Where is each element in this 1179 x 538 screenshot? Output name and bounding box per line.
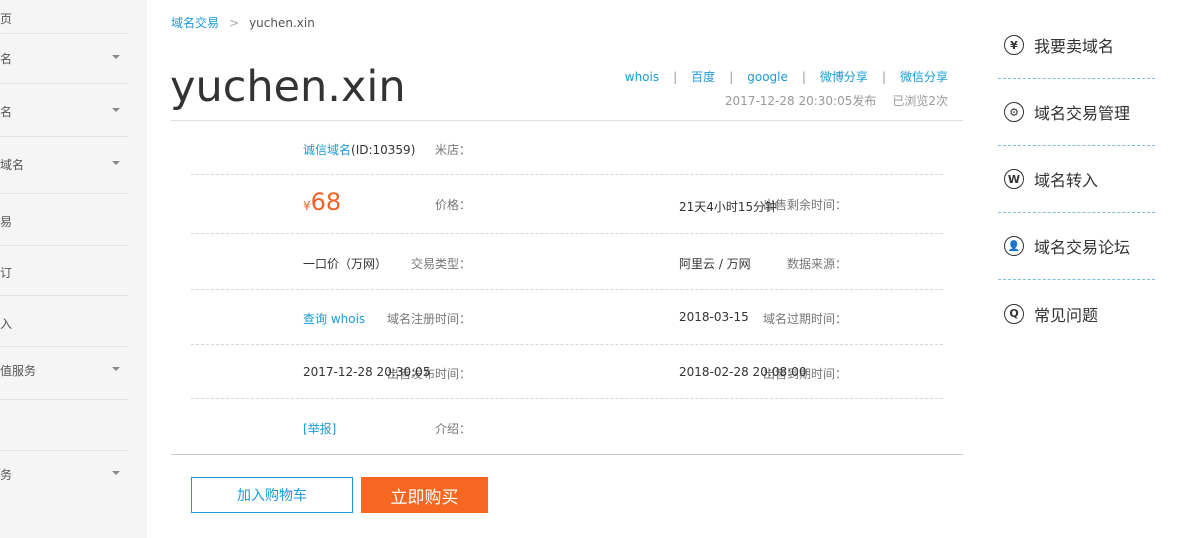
menu-item-label: 域名交易论坛 [1034, 238, 1131, 257]
page-title: yuchen.xin [170, 62, 406, 112]
whois-link[interactable]: whois [625, 70, 659, 84]
yen-icon: ¥ [1004, 35, 1024, 55]
wechat-share-link[interactable]: 微信分享 [900, 70, 948, 84]
sidebar-item-7[interactable]: 入 [0, 296, 129, 347]
publish-time-value: 2017-12-28 20:30:05 [303, 365, 431, 379]
due-time-value: 2018-02-28 20:08:00 [679, 365, 807, 379]
chevron-down-icon [112, 367, 120, 371]
sidebar-item-label: 订 [0, 266, 13, 280]
sidebar-item-label: 务 [0, 468, 13, 482]
weibo-share-link[interactable]: 微博分享 [820, 70, 868, 84]
register-time-label: 域名注册时间： [386, 312, 471, 326]
chevron-down-icon [112, 55, 120, 59]
shop-id: (ID:10359) [351, 143, 416, 157]
menu-item-sell-domain[interactable]: ¥ 我要卖域名 [998, 12, 1155, 79]
detail-row-shop: 米店： 诚信域名(ID:10359) [191, 121, 943, 175]
data-source-value: 阿里云 / 万网 [679, 257, 751, 271]
chevron-down-icon [112, 471, 120, 475]
publish-meta: 2017-12-28 20:30:05发布 已浏览2次 [725, 92, 948, 109]
sidebar-item-label: 入 [0, 317, 13, 331]
menu-item-trade-forum[interactable]: 👤 域名交易论坛 [998, 213, 1155, 280]
whois-query-link[interactable]: 查询 whois [303, 310, 365, 327]
trade-type-value: 一口价（万网） [303, 257, 388, 271]
detail-row-price: 价格： ¥68 出售剩余时间： 21天4小时15分钟 [191, 175, 943, 234]
remain-value: 21天4小时15分钟 [679, 200, 778, 214]
divider [171, 454, 963, 455]
divider: | [729, 70, 734, 84]
detail-row-intro: 介绍： [举报] [191, 399, 943, 454]
page-root: 页 名 名 域名 易 订 入 值服务 务 域名交易 > yuchen.xin y… [0, 0, 1179, 538]
gear-icon: ⚙ [1004, 102, 1024, 122]
sidebar-item-8[interactable]: 值服务 [0, 347, 129, 400]
data-source-label: 数据来源： [786, 257, 847, 271]
sidebar-item-home[interactable]: 页 [0, 0, 129, 34]
detail-row-publish: 出售发布时间： 2017-12-28 20:30:05 出售到期时间： 2018… [191, 345, 943, 399]
trade-type-label: 交易类型： [410, 257, 471, 271]
sidebar-item-label: 名 [0, 52, 13, 66]
w-icon: W [1004, 169, 1024, 189]
chevron-down-icon [112, 108, 120, 112]
divider: | [673, 70, 678, 84]
sidebar-item-5[interactable]: 易 [0, 194, 129, 246]
sidebar-item-label: 易 [0, 215, 13, 229]
sidebar-item-2[interactable]: 名 [0, 34, 129, 84]
shop-name-link[interactable]: 诚信域名 [303, 143, 351, 157]
sidebar-item-6[interactable]: 订 [0, 246, 129, 296]
menu-item-domain-transfer[interactable]: W 域名转入 [998, 146, 1155, 213]
breadcrumb-separator: > [229, 16, 240, 30]
publish-time: 2017-12-28 20:30:05发布 [724, 94, 877, 108]
user-icon: 👤 [1004, 236, 1024, 256]
add-to-cart-button[interactable]: 加入购物车 [191, 477, 353, 513]
menu-item-faq[interactable]: Q 常见问题 [998, 280, 1155, 347]
menu-item-label: 常见问题 [1034, 305, 1099, 325]
shop-label: 米店： [434, 143, 471, 157]
detail-row-type: 交易类型： 一口价（万网） 数据来源： 阿里云 / 万网 [191, 234, 943, 290]
sidebar-item-3[interactable]: 名 [0, 84, 129, 137]
sidebar-item-10[interactable]: 务 [0, 451, 129, 501]
breadcrumb-current: yuchen.xin [249, 16, 315, 30]
sidebar-item-label: 域名 [0, 158, 25, 172]
menu-item-label: 域名交易管理 [1034, 104, 1131, 123]
share-links: whois | 百度 | google | 微博分享 | 微信分享 [625, 68, 948, 85]
sidebar-item-label: 名 [0, 105, 13, 119]
divider: | [801, 70, 806, 84]
breadcrumb-link-domain-trade[interactable]: 域名交易 [171, 16, 219, 30]
sidebar-item-label: 值服务 [0, 364, 37, 378]
left-sidebar: 页 名 名 域名 易 订 入 值服务 务 [0, 0, 147, 538]
view-count: 已浏览2次 [892, 94, 948, 108]
buy-now-button[interactable]: 立即购买 [361, 477, 488, 513]
report-link[interactable]: [举报] [303, 420, 336, 437]
menu-item-label: 我要卖域名 [1034, 37, 1115, 56]
price-label: 价格： [434, 198, 471, 212]
expire-time-value: 2018-03-15 [679, 310, 749, 324]
chevron-down-icon [112, 161, 120, 165]
sidebar-item-label: 页 [0, 12, 13, 26]
detail-row-register: 域名注册时间： 查询 whois 域名过期时间： 2018-03-15 [191, 290, 943, 345]
divider: | [881, 70, 886, 84]
sidebar-item-9[interactable] [0, 400, 129, 451]
expire-time-label: 域名过期时间： [762, 312, 847, 326]
baidu-link[interactable]: 百度 [691, 70, 715, 84]
shop-value: 诚信域名(ID:10359) [303, 141, 415, 158]
google-link[interactable]: google [747, 70, 788, 84]
breadcrumb: 域名交易 > yuchen.xin [171, 14, 315, 31]
intro-label: 介绍： [434, 422, 471, 436]
sidebar-item-4[interactable]: 域名 [0, 137, 129, 194]
currency-symbol: ¥ [303, 199, 311, 213]
price-number: 68 [310, 188, 342, 216]
menu-item-label: 域名转入 [1034, 171, 1099, 190]
question-icon: Q [1004, 303, 1024, 324]
price-value: ¥68 [303, 188, 341, 216]
menu-item-trade-management[interactable]: ⚙ 域名交易管理 [998, 79, 1155, 146]
